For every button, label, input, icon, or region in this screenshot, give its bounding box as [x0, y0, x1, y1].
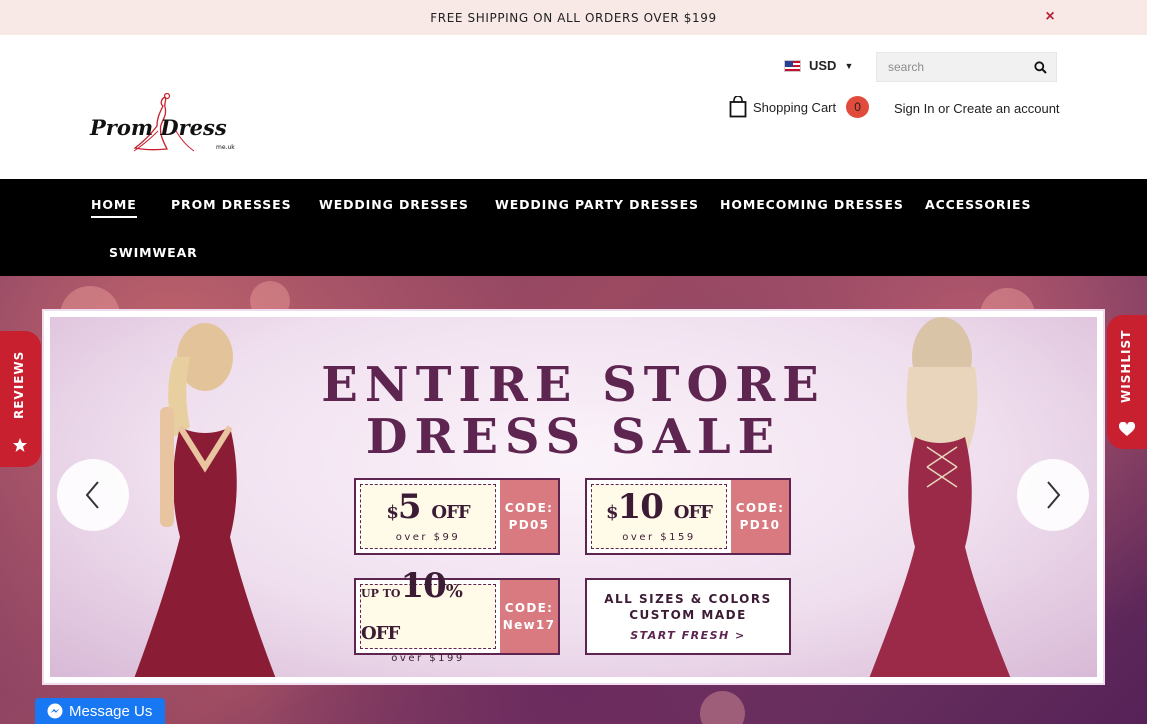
- announcement-bar: FREE SHIPPING ON ALL ORDERS OVER $199 ×: [0, 0, 1147, 35]
- coupon-code-label: CODE:: [504, 600, 554, 615]
- us-flag-icon: [784, 59, 801, 72]
- sale-banner-content: ENTIRE STORE DRESS SALE $5 OFF over $99 …: [50, 317, 1097, 677]
- sale-banner[interactable]: ENTIRE STORE DRESS SALE $5 OFF over $99 …: [42, 309, 1105, 685]
- slider-prev-button[interactable]: [57, 459, 129, 531]
- page: FREE SHIPPING ON ALL ORDERS OVER $199 × …: [0, 0, 1160, 724]
- account-links: Sign In or Create an account: [894, 101, 1060, 116]
- headline-entire-store: ENTIRE STORE: [321, 357, 826, 413]
- site-header: Prom Dress me.uk USD ▼ Shopping Cart 0: [0, 35, 1147, 179]
- reviews-tab[interactable]: REVIEWS: [0, 331, 41, 467]
- wishlist-tab[interactable]: WISHLIST: [1107, 315, 1147, 449]
- logo-suffix: me.uk: [216, 144, 235, 151]
- star-icon: [13, 438, 27, 452]
- coupon-code-box: CODE: New17: [500, 580, 558, 653]
- nav-item-accessories[interactable]: ACCESSORIES: [925, 197, 1031, 212]
- shopping-cart-link[interactable]: Shopping Cart 0: [729, 96, 870, 118]
- nav-item-wedding-party-dresses[interactable]: WEDDING PARTY DRESSES: [495, 197, 699, 212]
- coupon-amount: $5 OFF: [386, 487, 470, 527]
- sign-in-link[interactable]: Sign In: [894, 101, 934, 116]
- coupon-minimum: over $99: [395, 532, 461, 543]
- chevron-down-icon: ▼: [844, 60, 854, 71]
- coupon-new17[interactable]: UP TO10% OFF over $199 CODE: New17: [354, 569, 560, 664]
- search-box: [876, 52, 1057, 82]
- coupon-minimum: over $199: [391, 653, 465, 664]
- coupon-pd10[interactable]: $10 OFF over $159 CODE: PD10: [585, 478, 791, 555]
- nav-item-homecoming-dresses[interactable]: HOMECOMING DRESSES: [720, 197, 904, 212]
- bokeh-decoration: [700, 691, 745, 724]
- nav-item-home[interactable]: HOME: [91, 197, 137, 218]
- page-gutter: [1147, 0, 1160, 724]
- logo-text: Prom Dress: [89, 115, 227, 140]
- site-logo[interactable]: Prom Dress me.uk: [88, 92, 246, 159]
- coupon-code: New17: [502, 617, 556, 632]
- coupon-amount: UP TO10% OFF: [361, 566, 463, 644]
- custom-line-2: CUSTOM MADE: [629, 608, 747, 622]
- coupon-amount: $10 OFF: [606, 487, 713, 527]
- messenger-icon: [47, 703, 63, 719]
- or-text: or: [938, 101, 950, 116]
- messenger-label: Message Us: [69, 702, 153, 720]
- cart-count-badge: 0: [846, 96, 870, 118]
- coupon-code: PD05: [508, 517, 550, 532]
- coupon-minimum: over $159: [622, 532, 696, 543]
- currency-selector[interactable]: USD ▼: [784, 58, 853, 73]
- coupon-amount-box: UP TO10% OFF over $199: [360, 569, 496, 664]
- chevron-left-icon: [85, 481, 99, 509]
- start-fresh-link[interactable]: START FRESH >: [630, 629, 746, 642]
- nav-item-wedding-dresses[interactable]: WEDDING DRESSES: [319, 197, 469, 212]
- shopping-bag-icon: [729, 96, 747, 118]
- heart-icon: [1119, 422, 1135, 436]
- headline-dress-sale: DRESS SALE: [365, 409, 782, 465]
- coupon-code-box: CODE: PD10: [731, 480, 789, 553]
- coupon-amount-box: $5 OFF over $99: [360, 484, 496, 549]
- nav-item-swimwear[interactable]: SWIMWEAR: [109, 245, 198, 260]
- search-icon[interactable]: [1034, 61, 1047, 74]
- announcement-text: FREE SHIPPING ON ALL ORDERS OVER $199: [430, 10, 717, 25]
- nav-item-prom-dresses[interactable]: PROM DRESSES: [171, 197, 292, 212]
- coupon-code: PD10: [739, 517, 781, 532]
- slider-next-button[interactable]: [1017, 459, 1089, 531]
- coupon-code-box: CODE: PD05: [500, 480, 558, 553]
- create-account-link[interactable]: Create an account: [953, 101, 1059, 116]
- custom-made-box[interactable]: ALL SIZES & COLORS CUSTOM MADE START FRE…: [585, 578, 791, 655]
- close-icon[interactable]: ×: [1041, 8, 1059, 26]
- main-nav: HOME PROM DRESSES WEDDING DRESSES WEDDIN…: [0, 179, 1147, 276]
- coupon-code-label: CODE:: [735, 500, 785, 515]
- logo-image: Prom Dress me.uk: [89, 92, 235, 152]
- coupon-code-label: CODE:: [504, 500, 554, 515]
- custom-line-1: ALL SIZES & COLORS: [604, 592, 772, 606]
- cart-label: Shopping Cart: [753, 99, 837, 115]
- reviews-label: REVIEWS: [12, 350, 26, 419]
- coupon-pd05[interactable]: $5 OFF over $99 CODE: PD05: [354, 478, 560, 555]
- coupon-amount-box: $10 OFF over $159: [591, 484, 727, 549]
- search-input[interactable]: [877, 60, 1027, 74]
- currency-label: USD: [809, 58, 837, 73]
- wishlist-label: WISHLIST: [1119, 329, 1133, 403]
- chevron-right-icon: [1047, 481, 1061, 509]
- hero-slider: ENTIRE STORE DRESS SALE $5 OFF over $99 …: [0, 276, 1147, 724]
- messenger-button[interactable]: Message Us: [35, 698, 165, 724]
